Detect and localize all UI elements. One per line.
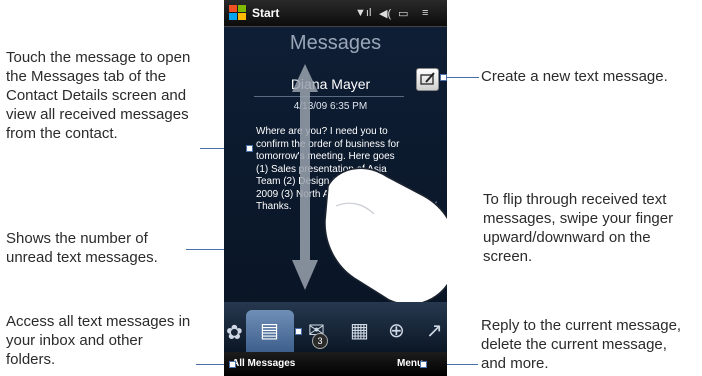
pointer-dot-unread — [295, 328, 302, 335]
finger-hand-icon — [324, 167, 447, 306]
callout-reply: Reply to the current message, delete the… — [481, 317, 682, 372]
swipe-arrow-icon — [292, 64, 318, 290]
pointer-dot-menu — [420, 361, 427, 368]
tab-stocks-icon[interactable]: ↗ — [426, 318, 443, 343]
callout-access-all: Access all text messages in your inbox a… — [6, 313, 191, 368]
callout-flip: To flip through received text messages, … — [483, 191, 674, 265]
unread-count-badge: 3 — [312, 333, 328, 349]
tab-internet-icon[interactable]: ⊕ — [388, 318, 405, 343]
all-messages-softkey[interactable]: All Messages — [232, 358, 295, 369]
callout-unread-count: Shows the number of unread text messages… — [6, 230, 158, 266]
callout-new-message: Create a new text message. — [481, 68, 668, 85]
softkey-bar: All Messages Menu — [224, 352, 447, 376]
pointer-dot-message — [246, 145, 253, 152]
callout-open-contact-tab: Touch the message to open the Messages t… — [6, 49, 191, 142]
tab-messages-icon[interactable]: ▤ — [260, 318, 279, 343]
pointer-dot-new-message — [440, 74, 447, 81]
pointer-dot-all-messages — [229, 361, 236, 368]
tab-people-icon[interactable]: ✿ — [226, 320, 243, 345]
phone-screen: Start ▼ıl ◀( ▭ ≡ Messages Diana Mayer 4/… — [224, 0, 447, 376]
tab-calendar-icon[interactable]: ▦ — [350, 318, 369, 343]
